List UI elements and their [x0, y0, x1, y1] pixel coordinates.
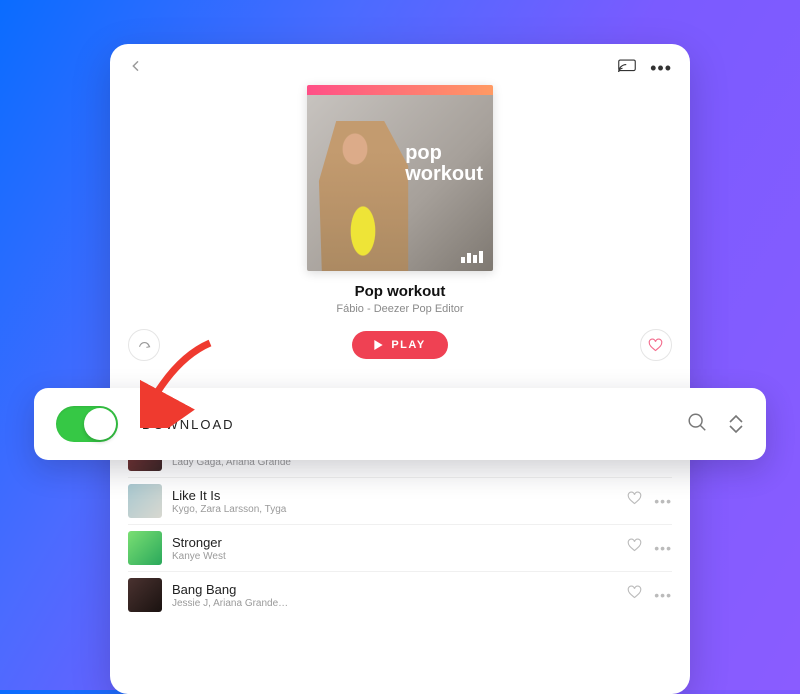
action-row: PLAY [110, 315, 690, 371]
track-thumb [128, 484, 162, 518]
heart-icon[interactable] [627, 491, 642, 511]
more-icon[interactable]: ••• [654, 587, 672, 603]
more-icon[interactable]: ••• [650, 58, 672, 79]
cover-title-line: pop [405, 143, 483, 164]
favorite-button[interactable] [640, 329, 672, 361]
cover-art-wrap: pop workout [110, 83, 690, 271]
more-icon[interactable]: ••• [654, 493, 672, 509]
track-artist: Jessie J, Ariana Grande… [172, 598, 627, 609]
playlist-subtitle: Fábio - Deezer Pop Editor [110, 303, 690, 315]
cast-icon[interactable] [618, 59, 636, 78]
share-button[interactable] [128, 329, 160, 361]
list-item[interactable]: Stronger Kanye West ••• [128, 524, 672, 571]
play-label: PLAY [391, 339, 425, 351]
heart-icon[interactable] [627, 538, 642, 558]
more-icon[interactable]: ••• [654, 540, 672, 556]
cover-art[interactable]: pop workout [307, 85, 493, 271]
playlist-title: Pop workout [110, 283, 690, 300]
play-button[interactable]: PLAY [352, 331, 447, 359]
app-window: ••• pop workout Pop workout Fábio - Deez… [110, 44, 690, 694]
list-item[interactable]: Like It Is Kygo, Zara Larsson, Tyga ••• [128, 477, 672, 524]
top-right-controls: ••• [618, 58, 672, 79]
list-item[interactable]: Bang Bang Jessie J, Ariana Grande… ••• [128, 571, 672, 618]
track-title: Bang Bang [172, 582, 627, 597]
heart-icon[interactable] [627, 585, 642, 605]
track-thumb [128, 578, 162, 612]
equalizer-icon [461, 251, 483, 263]
toggle-knob [84, 408, 116, 440]
download-toggle[interactable] [56, 406, 118, 442]
track-artist: Kygo, Zara Larsson, Tyga [172, 504, 627, 515]
download-label: DOWNLOAD [142, 417, 235, 432]
play-icon [374, 340, 383, 350]
cover-title-line: workout [405, 164, 483, 185]
track-artist: Kanye West [172, 551, 627, 562]
cover-title: pop workout [405, 143, 483, 185]
download-bar: DOWNLOAD [34, 388, 766, 460]
top-bar: ••• [110, 44, 690, 83]
back-button[interactable] [128, 58, 144, 79]
sort-icon[interactable] [728, 414, 744, 434]
track-title: Stronger [172, 535, 627, 550]
search-icon[interactable] [686, 411, 708, 438]
track-title: Like It Is [172, 488, 627, 503]
track-thumb [128, 531, 162, 565]
